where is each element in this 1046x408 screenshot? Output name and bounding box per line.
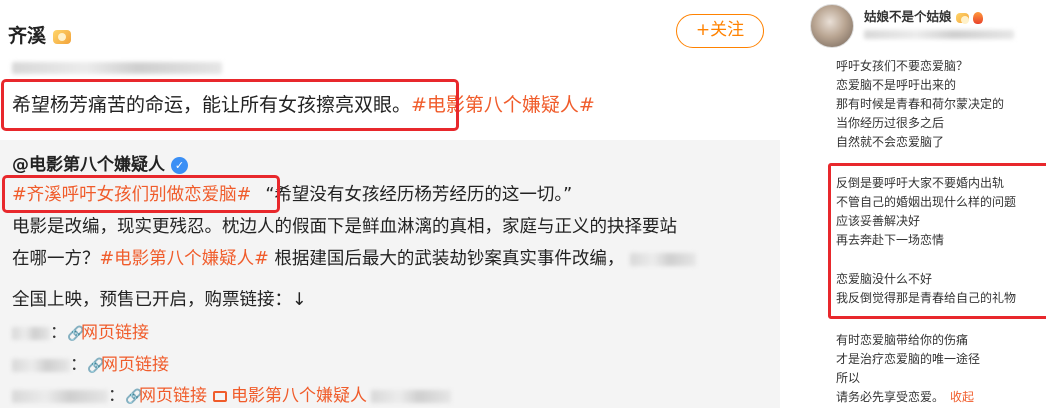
comment-line: 呼吁女孩们不要恋爱脑？ [836, 59, 969, 73]
comment-line-last: 请务必先享受恋爱。 收起 [836, 390, 975, 404]
purchase-link-row-1: ：🔗网页链接 [12, 318, 149, 343]
comment-line: 恋爱脑没什么不好 [836, 272, 933, 286]
comment-line: 才是治疗恋爱脑的唯一途径 [836, 352, 981, 366]
redacted-platform-name [12, 389, 108, 403]
weibo-post: 齐溪 +关注 希望杨芳痛苦的命运，能让所有女孩擦亮双眼。#电影第八个嫌疑人# @… [0, 0, 780, 408]
link-icon: 🔗 [125, 389, 143, 405]
purchase-link-row-2: ：🔗网页链接 [12, 350, 169, 375]
web-link-2[interactable]: 网页链接 [101, 355, 169, 375]
film-page-link[interactable]: 电影第八个嫌疑人 [231, 386, 367, 406]
comment-line: 有时恋爱脑带给你的伤痛 [836, 333, 969, 347]
avatar[interactable] [810, 4, 854, 48]
purchase-link-row-3: ：🔗网页链接 电影第八个嫌疑人 [12, 381, 451, 406]
verified-icon: ✓ [171, 156, 188, 174]
redacted-text [371, 389, 451, 403]
comment-line: 当你经历过很多之后 [836, 116, 945, 130]
repost-line-3: 在哪一方？#电影第八个嫌疑人# 根据建国后最大的武装劫钞案真实事件改编， [12, 245, 697, 270]
post-text: 希望杨芳痛苦的命运，能让所有女孩擦亮双眼。#电影第八个嫌疑人# [12, 94, 595, 116]
comment-line: 不管自己的婚姻出现什么样的问题 [836, 195, 1017, 209]
comment-meta-redacted [864, 30, 1014, 39]
comment-panel: 姑娘不是个姑娘 呼吁女孩们不要恋爱脑？ 恋爱脑不是呼吁出来的 那有时候是青春和荷… [780, 0, 1046, 408]
comment-line: 反倒是要呼吁大家不要婚内出轨 [836, 176, 1005, 190]
follow-button[interactable]: +关注 [676, 14, 764, 48]
redacted-platform-name [12, 326, 50, 340]
web-link-3[interactable]: 网页链接 [139, 386, 207, 406]
comment-line: 自然就不会恋爱脑了 [836, 135, 945, 149]
repost-topic-link[interactable]: #电影第八个嫌疑人# [100, 249, 269, 269]
repost-line-4: 全国上映，预售已开启，购票链接：↓ [12, 290, 307, 310]
post-meta-redacted [12, 62, 222, 74]
comment-line: 那有时候是青春和荷尔蒙决定的 [836, 97, 1005, 111]
repost-line-1: #齐溪呼吁女孩们别做恋爱脑# “希望没有女孩经历杨芳经历的这一切。” [12, 185, 573, 205]
comment-line: 恋爱脑不是呼吁出来的 [836, 78, 957, 92]
comment-username[interactable]: 姑娘不是个姑娘 [864, 6, 983, 25]
web-link-1[interactable]: 网页链接 [81, 323, 149, 343]
repost-topic-highlight[interactable]: #齐溪呼吁女孩们别做恋爱脑# [12, 185, 251, 205]
comment-line: 应该妥善解决好 [836, 214, 921, 228]
link-icon: 🔗 [67, 326, 85, 342]
vip-crown-icon [52, 29, 71, 44]
vip-crown-icon [955, 12, 969, 24]
comment-line: 再去奔赴下一场恋情 [836, 233, 945, 247]
fire-icon [972, 11, 983, 24]
repost-line-2: 电影是改编，现实更残忍。枕边人的假面下是鲜血淋漓的真相，家庭与正义的抉择要站 [12, 217, 677, 237]
comment-line: 我反倒觉得那是青春给自己的礼物 [836, 291, 1017, 305]
collapse-link[interactable]: 收起 [950, 390, 974, 404]
post-username[interactable]: 齐溪 [8, 21, 71, 48]
repost-author[interactable]: @电影第八个嫌疑人 ✓ [12, 150, 188, 175]
post-topic-link[interactable]: #电影第八个嫌疑人# [411, 94, 595, 116]
redacted-text [630, 252, 697, 266]
film-icon [213, 390, 227, 402]
link-icon: 🔗 [87, 358, 105, 374]
comment-line: 所以 [836, 371, 861, 385]
redacted-platform-name [12, 358, 70, 372]
